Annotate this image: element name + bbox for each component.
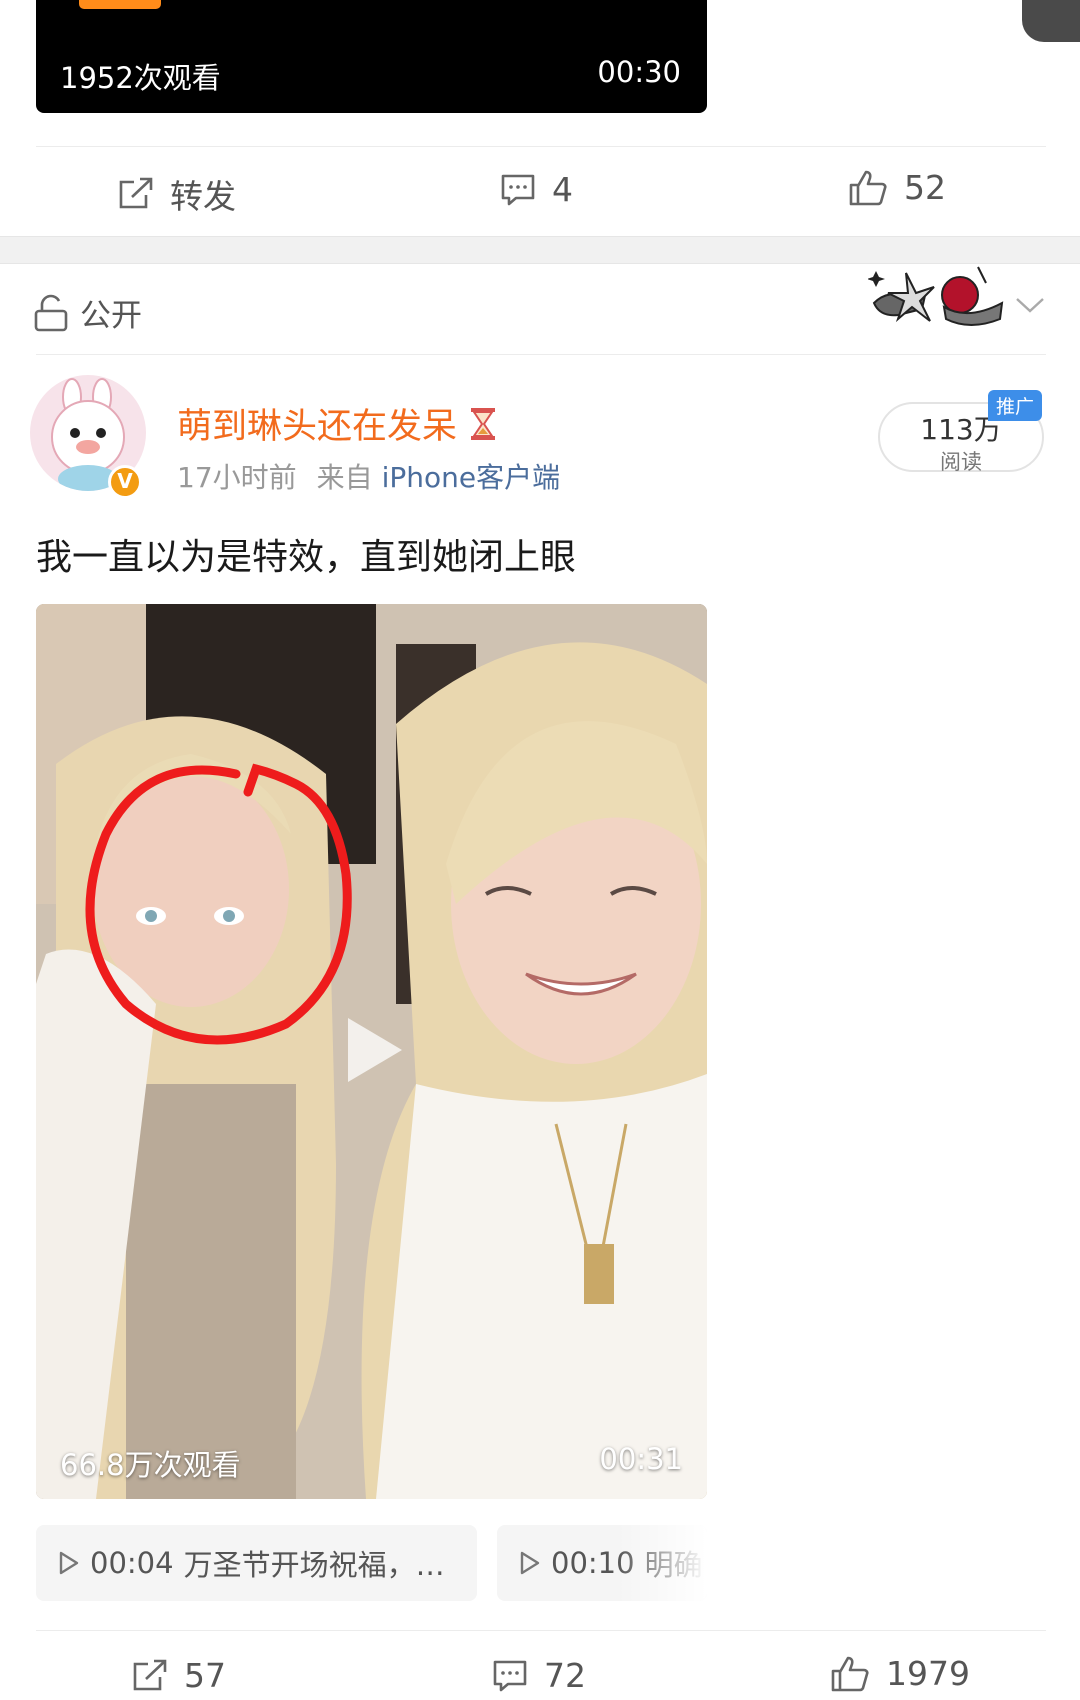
previous-video-player[interactable]: 1952次观看 00:30: [36, 0, 707, 113]
post-text[interactable]: 我一直以为是特效，直到她闭上眼: [36, 528, 576, 580]
video-duration: 00:31: [599, 1442, 683, 1476]
video-chapter-chip[interactable]: 00:10 明确: [497, 1525, 707, 1601]
scrollbar-thumb[interactable]: [1022, 0, 1080, 42]
repost-label: 转发: [170, 177, 236, 216]
comment-count: 72: [544, 1656, 586, 1695]
thumbs-up-icon: [849, 170, 887, 205]
verified-badge: V: [108, 465, 142, 499]
repost-count: 57: [184, 1656, 226, 1695]
thumbs-up-icon: [831, 1656, 869, 1691]
divider: [36, 146, 1046, 147]
repost-button[interactable]: 57: [132, 1656, 226, 1695]
play-icon[interactable]: [344, 1014, 406, 1086]
promotion-tag: 推广: [988, 390, 1043, 421]
post-time: 17小时前: [177, 461, 297, 494]
divider: [36, 354, 1046, 355]
decorative-badge-art: [868, 266, 1004, 326]
like-count: 52: [904, 168, 946, 207]
chapter-time: 00:04: [90, 1546, 174, 1580]
repost-icon: [133, 1659, 167, 1690]
repost-button[interactable]: 转发: [118, 170, 236, 218]
video-views: 66.8万次观看: [60, 1448, 241, 1482]
like-button[interactable]: 52: [848, 168, 946, 207]
hourglass-icon: [471, 407, 496, 440]
comment-count: 4: [552, 170, 573, 209]
privacy-label: 公开: [80, 298, 142, 334]
privacy-setting[interactable]: 公开: [34, 290, 142, 335]
chapter-time: 00:10: [551, 1546, 635, 1580]
comment-button[interactable]: 72: [492, 1656, 586, 1695]
comment-icon: [493, 1660, 527, 1691]
chevron-down-icon[interactable]: [1015, 296, 1045, 314]
video-player[interactable]: 66.8万次观看 00:31: [36, 604, 707, 1499]
unlock-icon: [34, 294, 68, 331]
author-name-text: 萌到琳头还在发呆: [177, 407, 458, 447]
chapter-title: 万圣节开场祝福，…: [183, 1548, 445, 1582]
read-label: 阅读: [940, 450, 982, 474]
repost-icon: [119, 177, 153, 209]
play-outline-icon: [59, 1551, 79, 1575]
author-name[interactable]: 萌到琳头还在发呆: [177, 398, 497, 449]
like-button[interactable]: 1979: [830, 1654, 970, 1693]
post-meta: 17小时前 来自 iPhone客户端: [177, 456, 560, 496]
post-separator: [0, 236, 1080, 264]
source-client-link[interactable]: iPhone客户端: [382, 461, 561, 494]
previous-video-duration: 00:30: [597, 55, 681, 89]
video-progress-indicator: [79, 0, 161, 9]
source-prefix: 来自: [316, 461, 373, 494]
comment-icon: [501, 174, 535, 205]
divider: [36, 1630, 1046, 1631]
comment-button[interactable]: 4: [500, 170, 573, 209]
chapter-title: 明确: [644, 1548, 703, 1582]
play-outline-icon: [520, 1551, 540, 1575]
post-source: 来自 iPhone客户端: [317, 456, 560, 496]
video-chapter-chip[interactable]: 00:04 万圣节开场祝福，…: [36, 1525, 477, 1601]
previous-video-views: 1952次观看: [60, 61, 221, 95]
like-count: 1979: [886, 1654, 970, 1693]
